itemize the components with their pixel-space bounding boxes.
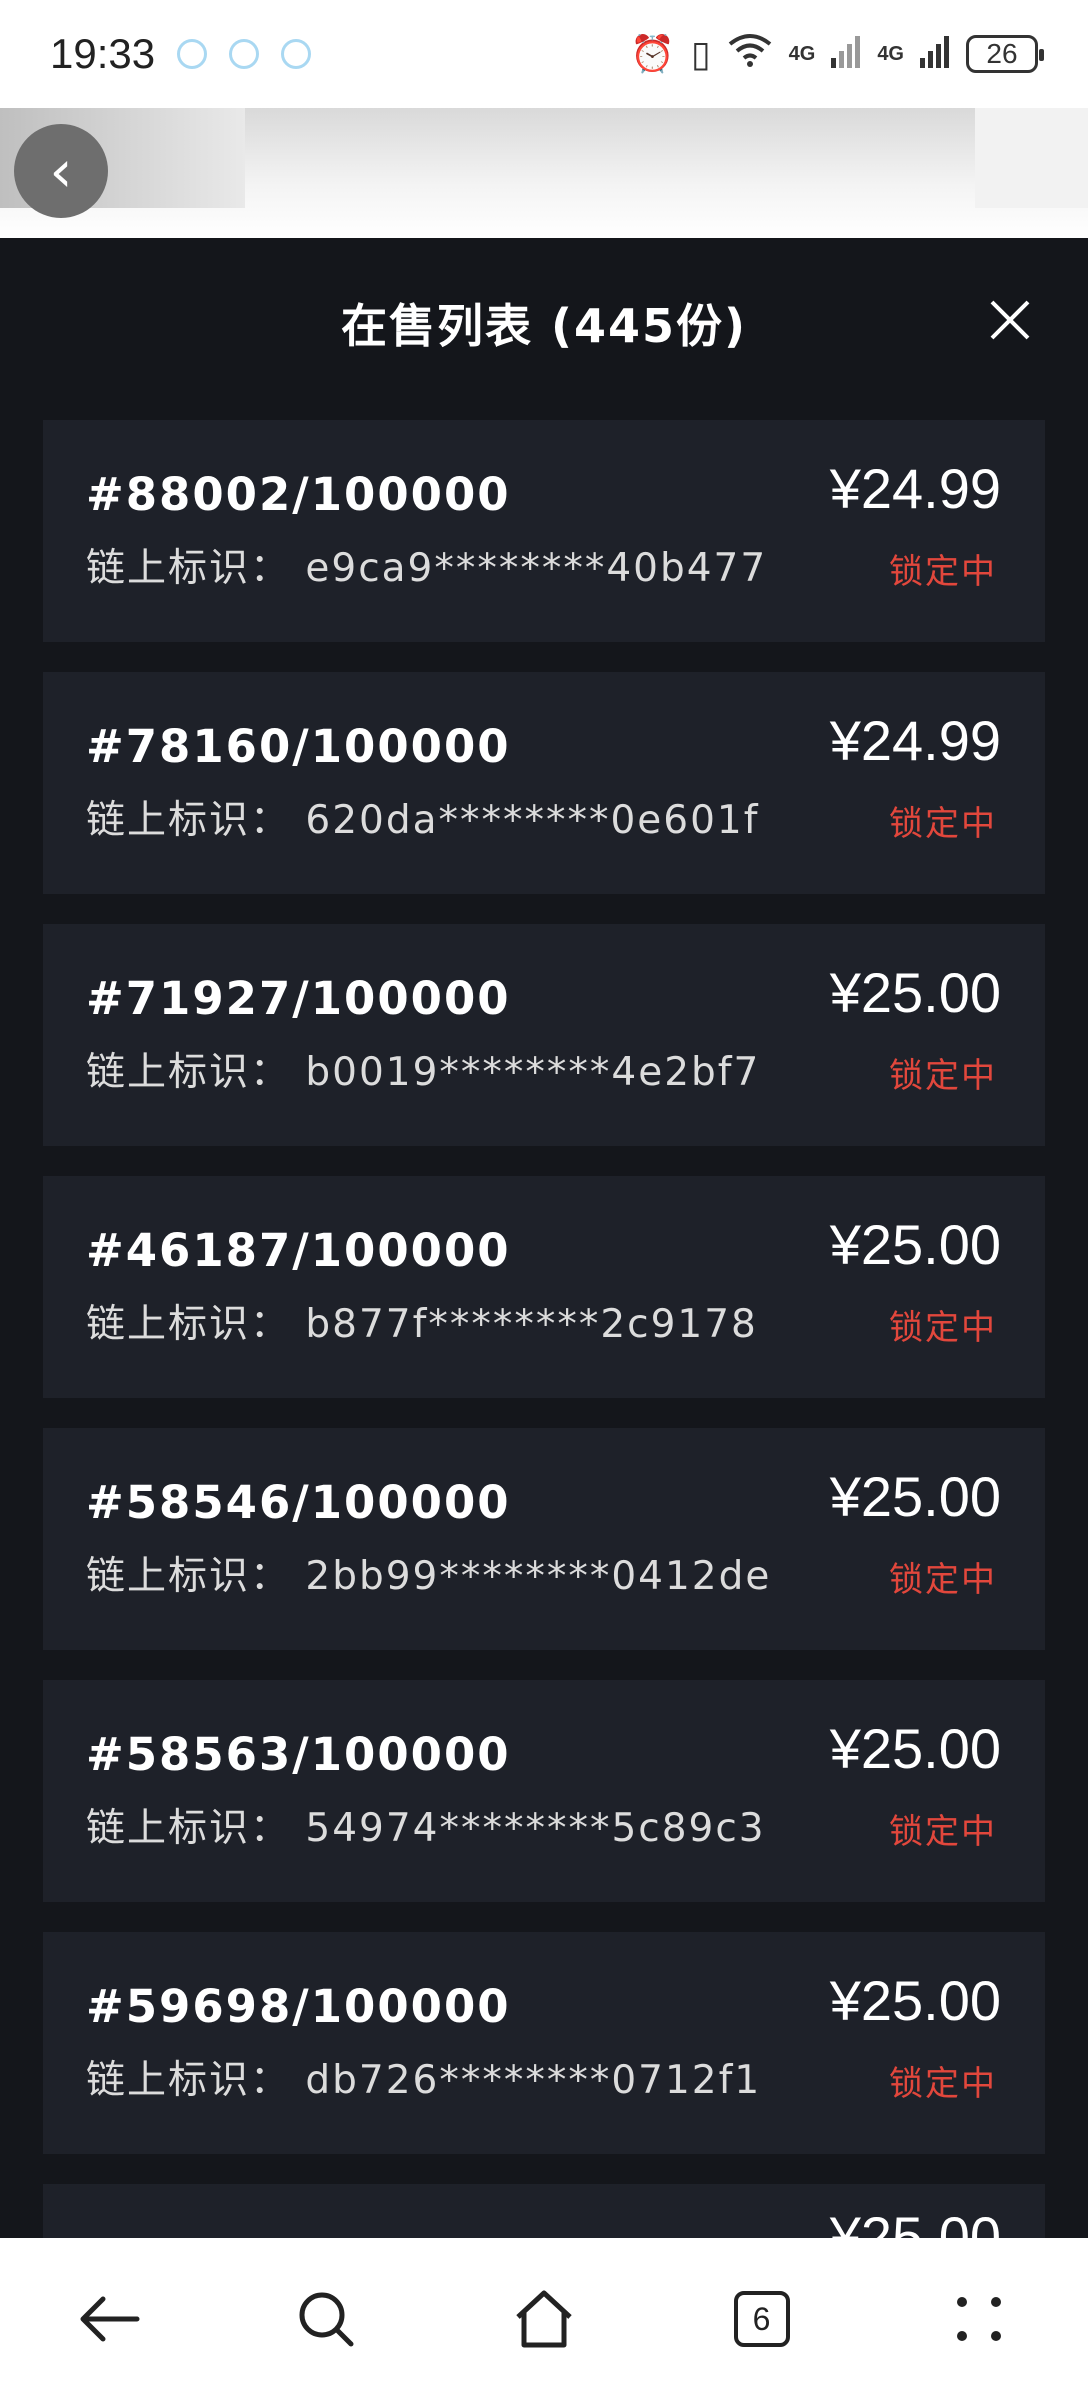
notification-icon — [281, 39, 312, 69]
listing-chain-id: 链上标识： 54974********5c89c3 — [86, 1806, 766, 1851]
home-icon — [516, 2290, 572, 2348]
close-icon — [990, 300, 1030, 340]
background-page — [0, 108, 1088, 238]
nav-menu-button[interactable] — [929, 2269, 1029, 2369]
status-right: ⏰ ▯ 4G 4G 26 — [629, 32, 1044, 77]
listing-serial: #88002/100000 — [86, 468, 511, 521]
background-image — [975, 108, 1088, 208]
listing-status: 锁定中 — [889, 552, 997, 592]
status-left: 19:33 — [50, 30, 312, 78]
status-bar: 19:33 ⏰ ▯ 4G 4G 26 — [0, 0, 1088, 108]
listing-price: ¥25.00 — [829, 961, 1001, 1024]
listing-serial: #58546/100000 — [86, 1476, 511, 1529]
notification-icon — [229, 39, 260, 69]
listing-price: ¥24.99 — [829, 457, 1001, 520]
status-time: 19:33 — [50, 30, 156, 77]
listing-chain-id: 链上标识： db726********0712f1 — [86, 2058, 762, 2103]
listing-price: ¥25.00 — [829, 1717, 1001, 1780]
browser-bottom-nav: 6 — [0, 2238, 1088, 2400]
listing-status: 锁定中 — [889, 1560, 997, 1600]
signal-icon — [831, 36, 861, 72]
signal-icon — [920, 36, 950, 72]
chevron-left-icon: ‹ — [49, 137, 73, 205]
menu-dots-icon — [957, 2297, 1002, 2341]
listing-serial: #58563/100000 — [86, 1728, 511, 1781]
listing-chain-id: 链上标识： 620da********0e601f — [86, 798, 760, 843]
close-button[interactable] — [980, 290, 1040, 350]
listing-status: 锁定中 — [889, 1308, 997, 1348]
network-label: 4G — [877, 42, 904, 65]
listing-status: 锁定中 — [889, 804, 997, 844]
listing-price: ¥25.00 — [829, 1465, 1001, 1528]
network-label: 4G — [788, 42, 816, 65]
sheet-title: 在售列表 (445份) — [340, 299, 748, 353]
listing-chain-id: 链上标识： b877f********2c9178 — [86, 1302, 758, 1347]
listing-serial: #59698/100000 — [86, 1980, 511, 2033]
notification-icon — [177, 39, 208, 69]
wifi-icon — [727, 32, 773, 77]
listing-status: 锁定中 — [889, 1056, 997, 1096]
listing-serial: #78160/100000 — [86, 720, 511, 773]
arrow-left-icon — [80, 2296, 140, 2342]
nav-home-button[interactable] — [494, 2269, 594, 2369]
for-sale-sheet: 在售列表 (445份) #88002/100000 链上标识： e9ca9***… — [0, 238, 1088, 2244]
listing-serial: #46187/100000 — [86, 1224, 511, 1277]
nav-search-button[interactable] — [276, 2269, 376, 2369]
listing-item[interactable]: #59698/100000 链上标识： db726********0712f1 … — [43, 1932, 1045, 2154]
tab-count-badge: 6 — [733, 2291, 790, 2347]
listing-item[interactable]: #58546/100000 链上标识： 2bb99********0412de … — [43, 1428, 1045, 1650]
listing-price: ¥25.00 — [829, 1213, 1001, 1276]
alarm-icon: ⏰ — [629, 34, 675, 75]
listing-chain-id: 链上标识： e9ca9********40b477 — [86, 546, 768, 591]
listing-status: 锁定中 — [889, 2064, 997, 2104]
listing-status: 锁定中 — [889, 1812, 997, 1852]
listing-item[interactable]: #46187/100000 链上标识： b877f********2c9178 … — [43, 1176, 1045, 1398]
listing-chain-id: 链上标识： b0019********4e2bf7 — [86, 1050, 761, 1095]
listing-list: #88002/100000 链上标识： e9ca9********40b477 … — [43, 420, 1045, 2244]
listing-item[interactable]: #78160/100000 链上标识： 620da********0e601f … — [43, 672, 1045, 894]
nav-tabs-button[interactable]: 6 — [712, 2269, 812, 2369]
listing-item[interactable]: #71927/100000 链上标识： b0019********4e2bf7 … — [43, 924, 1045, 1146]
listing-serial: #71927/100000 — [86, 972, 511, 1025]
battery-indicator: 26 — [966, 35, 1044, 73]
nav-back-button[interactable] — [59, 2269, 159, 2369]
listing-chain-id: 链上标识： 2bb99********0412de — [86, 1554, 772, 1599]
listing-item[interactable]: ¥25.00 — [43, 2184, 1045, 2244]
listing-item[interactable]: #58563/100000 链上标识： 54974********5c89c3 … — [43, 1680, 1045, 1902]
listing-price: ¥25.00 — [829, 1969, 1001, 2032]
search-icon — [299, 2292, 354, 2347]
back-button[interactable]: ‹ — [14, 124, 108, 218]
vibrate-icon: ▯ — [690, 33, 711, 75]
listing-item[interactable]: #88002/100000 链上标识： e9ca9********40b477 … — [43, 420, 1045, 642]
listing-price: ¥24.99 — [829, 709, 1001, 772]
